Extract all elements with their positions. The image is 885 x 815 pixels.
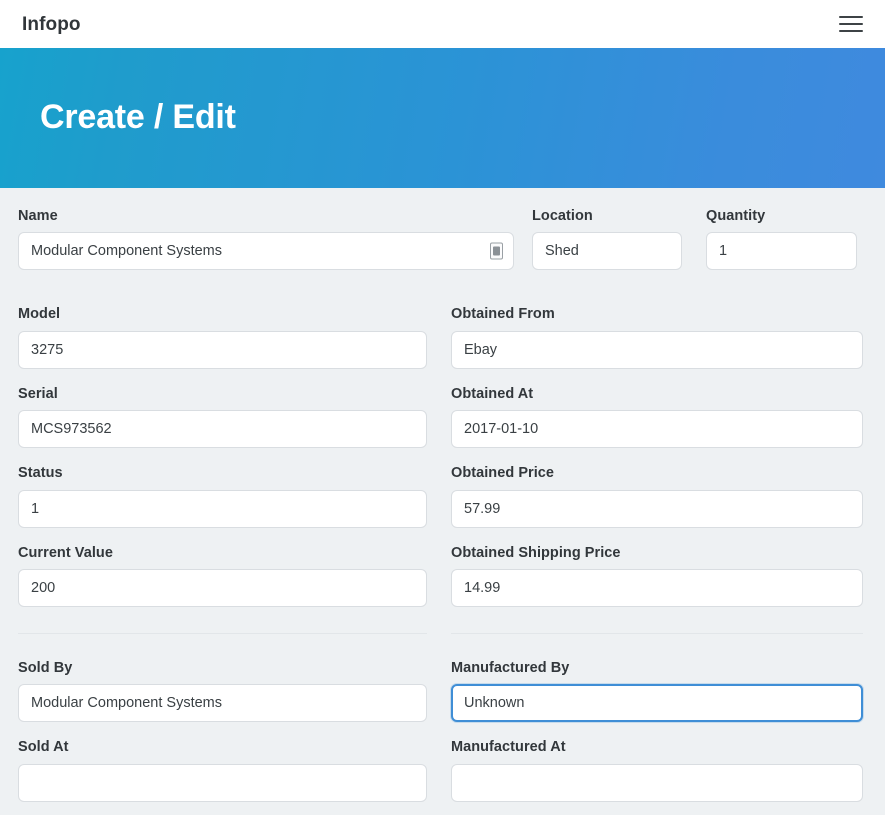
field-serial: Serial — [18, 386, 427, 448]
label-obtained-shipping-price: Obtained Shipping Price — [451, 545, 863, 562]
name-input-wrap — [18, 232, 514, 270]
provenance-right-column: Manufactured By Manufactured At — [451, 660, 863, 802]
field-obtained-price: Obtained Price — [451, 465, 863, 527]
provenance-left-column: Sold By Sold At — [18, 660, 427, 802]
label-name: Name — [18, 208, 514, 225]
identity-row: Name Location Quantity — [18, 188, 867, 270]
label-print-icon[interactable] — [490, 243, 503, 260]
field-model: Model — [18, 306, 427, 368]
details-section: Model Serial Status Current Value Obtain… — [18, 270, 867, 634]
label-manufactured-at: Manufactured At — [451, 739, 863, 756]
sold-at-input[interactable] — [18, 764, 427, 802]
field-obtained-shipping-price: Obtained Shipping Price — [451, 545, 863, 607]
label-obtained-from: Obtained From — [451, 306, 863, 323]
label-obtained-price: Obtained Price — [451, 465, 863, 482]
field-obtained-at: Obtained At — [451, 386, 863, 448]
obtained-at-input[interactable] — [451, 410, 863, 448]
label-model: Model — [18, 306, 427, 323]
label-status: Status — [18, 465, 427, 482]
right-column-divider — [451, 633, 863, 634]
label-quantity: Quantity — [706, 208, 857, 225]
label-obtained-at: Obtained At — [451, 386, 863, 403]
obtained-from-input[interactable] — [451, 331, 863, 369]
status-input[interactable] — [18, 490, 427, 528]
field-sold-at: Sold At — [18, 739, 427, 801]
serial-input[interactable] — [18, 410, 427, 448]
page-title: Create / Edit — [40, 99, 236, 136]
obtained-price-input[interactable] — [451, 490, 863, 528]
details-right-column: Obtained From Obtained At Obtained Price… — [451, 306, 863, 634]
details-left-column: Model Serial Status Current Value — [18, 306, 427, 634]
form-area: Name Location Quantity Model Serial — [0, 188, 885, 802]
field-obtained-from: Obtained From — [451, 306, 863, 368]
left-column-divider — [18, 633, 427, 634]
model-input[interactable] — [18, 331, 427, 369]
top-navbar: Infopo — [0, 0, 885, 48]
sold-by-input[interactable] — [18, 684, 427, 722]
field-location: Location — [532, 208, 682, 270]
name-input[interactable] — [18, 232, 514, 270]
hamburger-line-2 — [839, 23, 863, 25]
label-sold-at: Sold At — [18, 739, 427, 756]
manufactured-at-input[interactable] — [451, 764, 863, 802]
field-status: Status — [18, 465, 427, 527]
field-manufactured-at: Manufactured At — [451, 739, 863, 801]
manufactured-by-input[interactable] — [451, 684, 863, 722]
field-name: Name — [18, 208, 514, 270]
provenance-section: Sold By Sold At Manufactured By Manufact… — [18, 634, 867, 802]
location-input[interactable] — [532, 232, 682, 270]
field-current-value: Current Value — [18, 545, 427, 607]
current-value-input[interactable] — [18, 569, 427, 607]
label-serial: Serial — [18, 386, 427, 403]
hamburger-line-1 — [839, 16, 863, 18]
field-manufactured-by: Manufactured By — [451, 660, 863, 722]
obtained-shipping-price-input[interactable] — [451, 569, 863, 607]
hamburger-menu-icon[interactable] — [839, 13, 865, 35]
field-sold-by: Sold By — [18, 660, 427, 722]
brand-logo[interactable]: Infopo — [22, 15, 81, 34]
page-hero-header: Create / Edit — [0, 48, 885, 188]
field-quantity: Quantity — [706, 208, 857, 270]
label-location: Location — [532, 208, 682, 225]
quantity-input[interactable] — [706, 232, 857, 270]
label-current-value: Current Value — [18, 545, 427, 562]
label-manufactured-by: Manufactured By — [451, 660, 863, 677]
label-sold-by: Sold By — [18, 660, 427, 677]
hamburger-line-3 — [839, 30, 863, 32]
